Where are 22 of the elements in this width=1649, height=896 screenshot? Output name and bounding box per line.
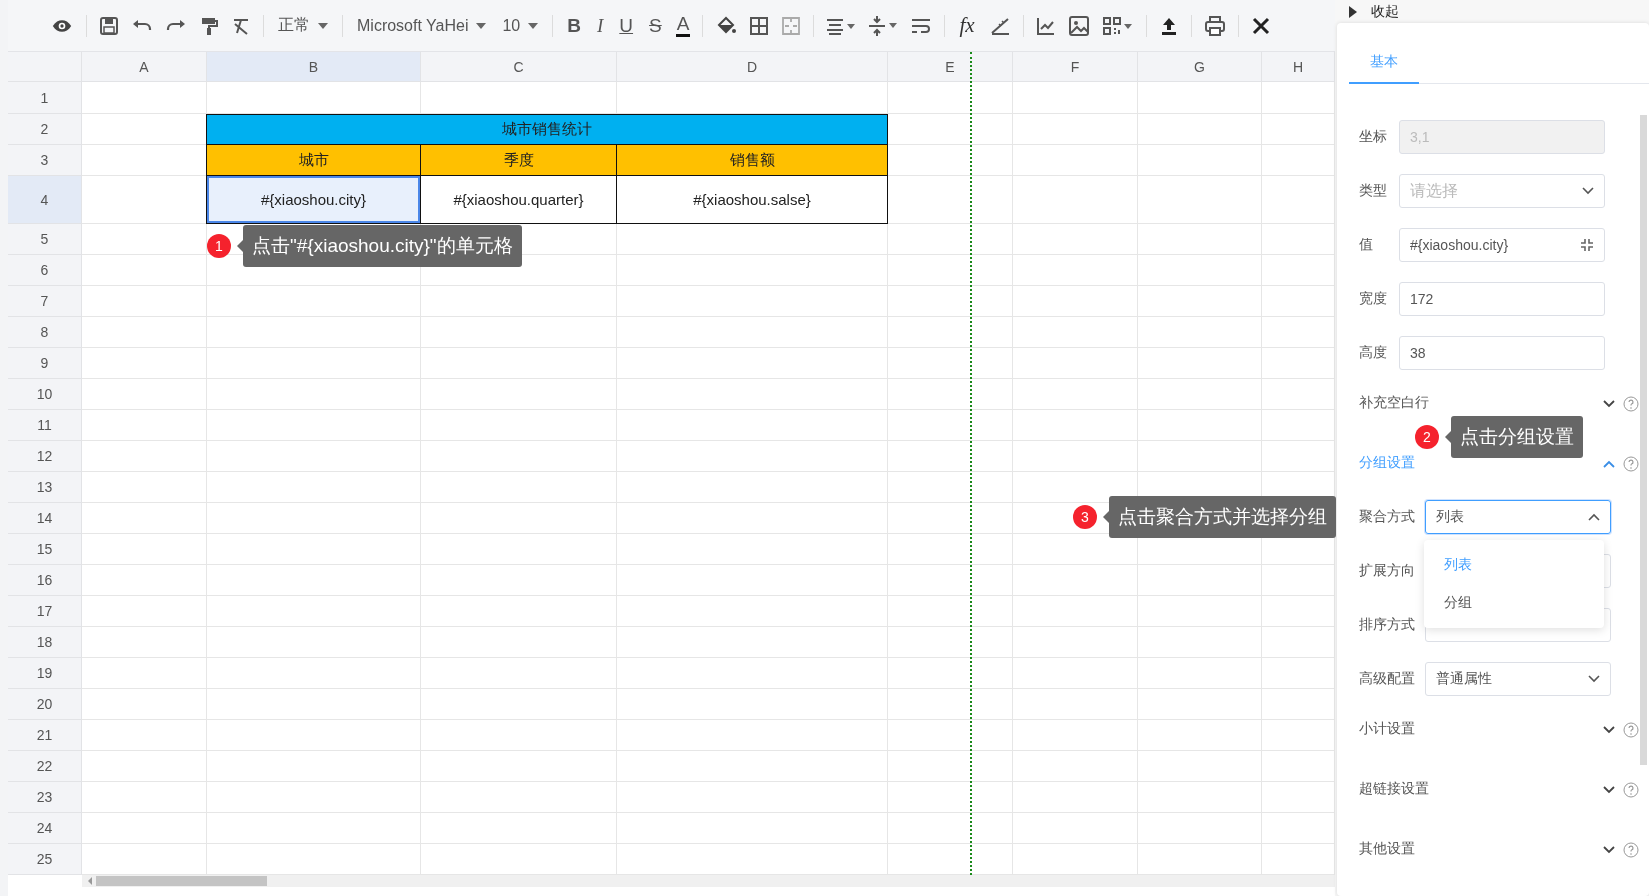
select-placeholder: 请选择	[1410, 180, 1458, 201]
table-header-cell: 销售额	[616, 144, 888, 176]
field-value: #{xiaoshou.city}	[1410, 237, 1509, 253]
select-value: 普通属性	[1436, 670, 1492, 688]
field-label: 排序方式	[1359, 615, 1415, 634]
field-label: 扩展方向	[1359, 561, 1415, 580]
tooltip: 点击分组设置	[1451, 416, 1583, 458]
field-label: 聚合方式	[1359, 507, 1415, 526]
field-label: 宽度	[1359, 289, 1388, 308]
tooltip: 点击聚合方式并选择分组	[1109, 496, 1336, 538]
step-badge: 3	[1073, 505, 1097, 529]
field-label: 高度	[1359, 343, 1388, 362]
field-label: 坐标	[1359, 127, 1388, 146]
tooltip: 点击"#{xiaoshou.city}"的单元格	[243, 225, 522, 267]
field-label: 值	[1359, 235, 1374, 254]
field-label: 高级配置	[1359, 669, 1415, 688]
table-title-cell: 城市销售统计	[206, 114, 888, 145]
table-header-cell: 季度	[420, 144, 617, 176]
select-value: 列表	[1436, 508, 1464, 526]
table-header-cell: 城市	[206, 144, 421, 176]
step-badge: 1	[207, 234, 231, 258]
field-label: 类型	[1359, 181, 1388, 200]
